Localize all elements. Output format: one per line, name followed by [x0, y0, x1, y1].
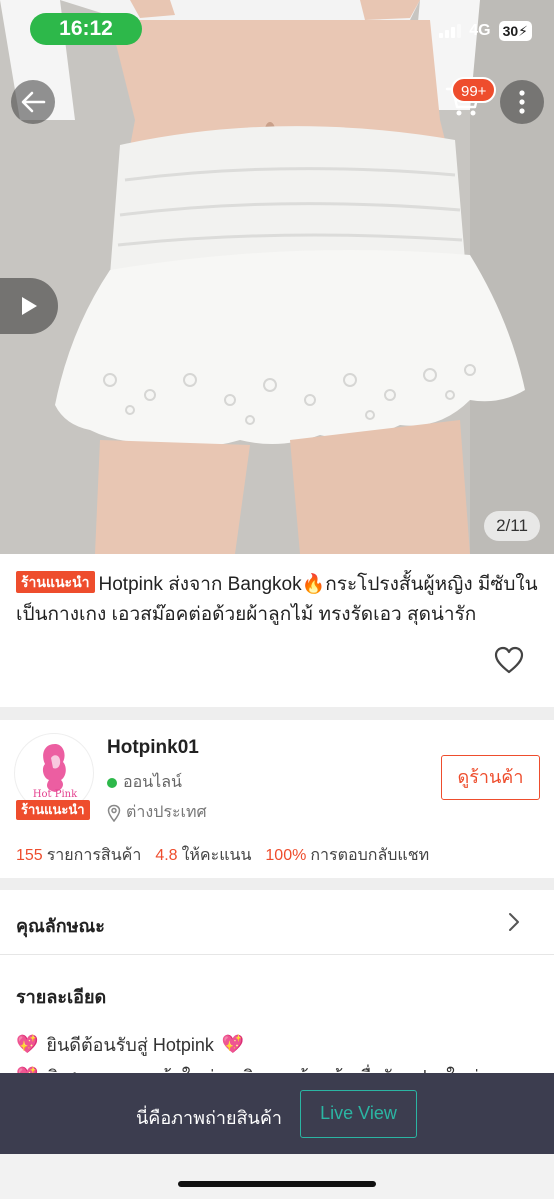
product-image-gallery[interactable]: 16:12 4G 30⚡ 99+ 2/11	[0, 0, 554, 554]
shop-location: ต่างประเทศ	[107, 800, 207, 825]
play-video-button[interactable]	[0, 278, 58, 334]
live-view-button[interactable]: Live View	[300, 1090, 417, 1138]
view-shop-button[interactable]: ดูร้านค้า	[441, 755, 540, 800]
status-indicators: 4G 30⚡	[439, 21, 532, 41]
chevron-right-icon	[508, 912, 520, 937]
stat-response-value: 100%	[265, 847, 307, 864]
home-indicator[interactable]	[178, 1181, 376, 1187]
status-time: 16:12	[30, 13, 142, 45]
product-title: ร้านแนะนำ Hotpink ส่งจาก Bangkok🔥กระโปรงส…	[16, 570, 538, 630]
shop-stats: 155 รายการสินค้า 4.8 ให้คะแนน 100% การตอบกล…	[16, 843, 429, 868]
description-line-1: 💖 ยินดีต้อนรับสู่ Hotpink 💖	[16, 1030, 244, 1059]
recommended-tag: ร้านแนะนำ	[16, 571, 95, 593]
section-divider	[0, 707, 554, 720]
image-counter: 2/11	[484, 511, 540, 541]
stat-products-count: 155	[16, 847, 43, 864]
signal-icon	[439, 24, 462, 38]
attributes-label: คุณลักษณะ	[16, 916, 105, 936]
more-vertical-icon	[519, 90, 525, 114]
online-dot-icon	[107, 777, 117, 788]
back-arrow-icon	[21, 91, 46, 113]
shop-recommended-tag: ร้านแนะนำ	[16, 800, 90, 820]
network-type: 4G	[469, 22, 491, 39]
back-button[interactable]	[11, 80, 55, 124]
product-photo-caption: นี่คือภาพถ่ายสินค้า	[136, 1108, 282, 1128]
more-options-button[interactable]	[500, 80, 544, 124]
stat-products: 155 รายการสินค้า	[16, 843, 141, 868]
favorite-button[interactable]	[494, 646, 524, 679]
stat-response-label: การตอบกลับแชท	[310, 847, 430, 864]
stat-response: 100% การตอบกลับแชท	[265, 843, 429, 868]
home-indicator-area	[0, 1154, 554, 1199]
shop-name[interactable]: Hotpink01	[107, 737, 199, 759]
cart-count-badge: 99+	[451, 77, 497, 103]
battery-icon: 30⚡	[498, 21, 532, 41]
sparkling-heart-icon: 💖	[16, 1034, 39, 1054]
stat-products-label: รายการสินค้า	[46, 847, 142, 864]
shop-online-status: ออนไลน์	[107, 770, 182, 795]
row-separator	[0, 954, 554, 955]
sparkling-heart-icon: 💖	[221, 1034, 245, 1054]
online-status-text: ออนไลน์	[123, 774, 182, 791]
play-icon	[22, 297, 37, 315]
description-text-1: ยินดีต้อนรับสู่ Hotpink	[46, 1035, 214, 1055]
location-text: ต่างประเทศ	[126, 804, 207, 821]
details-label: รายละเอียด	[16, 987, 107, 1007]
shop-logo-text: Hot Pink	[32, 789, 78, 800]
location-pin-icon	[107, 804, 121, 822]
section-divider	[0, 878, 554, 890]
product-title-block: ร้านแนะนำ Hotpink ส่งจาก Bangkok🔥กระโปรงส…	[16, 570, 538, 630]
stat-rating-label: ให้คะแนน	[181, 847, 252, 864]
battery-level: 30	[502, 23, 519, 39]
stat-rating-value: 4.8	[155, 847, 178, 864]
heart-icon	[494, 646, 524, 674]
stat-rating: 4.8 ให้คะแนน	[155, 843, 251, 868]
